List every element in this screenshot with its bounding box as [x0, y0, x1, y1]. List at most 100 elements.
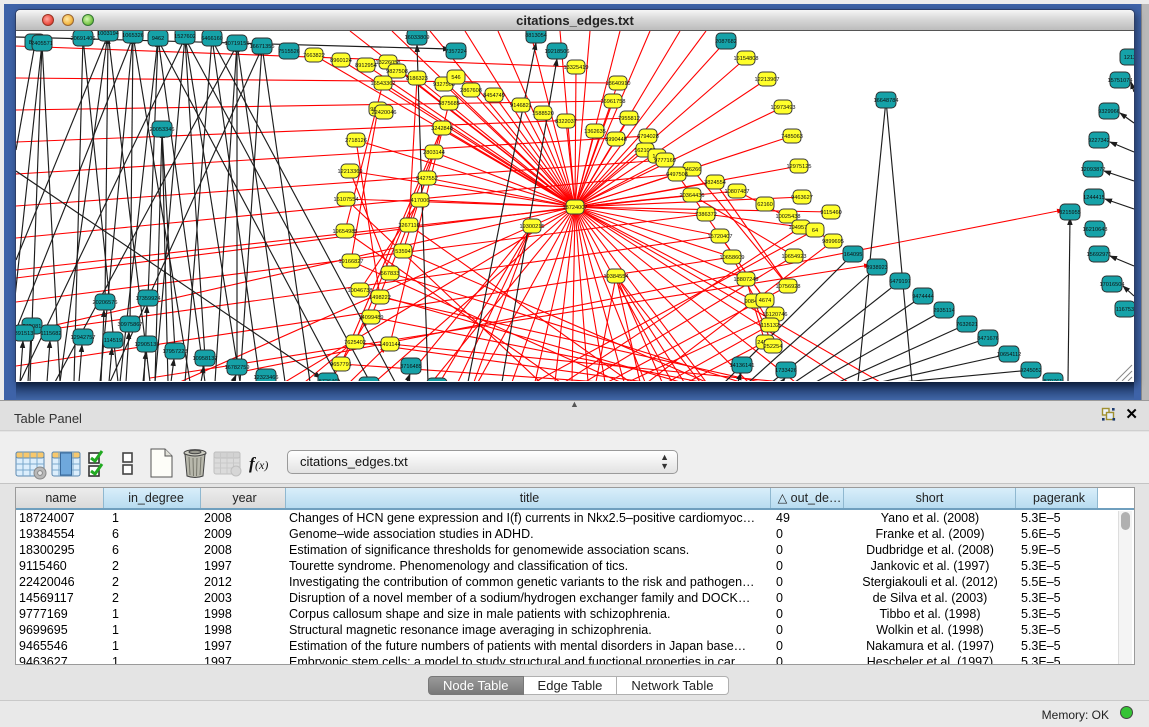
svg-text:3875685: 3875685	[438, 101, 460, 107]
svg-text:53594: 53594	[395, 249, 411, 255]
svg-text:9115460: 9115460	[820, 210, 841, 216]
svg-text:16210643: 16210643	[1083, 227, 1108, 233]
svg-text:2718126: 2718126	[345, 138, 367, 144]
svg-text:567833: 567833	[381, 271, 400, 277]
svg-text:13325419: 13325419	[564, 65, 589, 71]
svg-text:164095: 164095	[844, 252, 863, 258]
svg-text:8215955: 8215955	[1059, 210, 1081, 216]
svg-text:14136141: 14136141	[730, 363, 755, 369]
svg-text:10973493: 10973493	[771, 105, 796, 111]
svg-text:2087682: 2087682	[715, 39, 737, 45]
svg-text:7663822: 7663822	[303, 53, 325, 59]
svg-text:9657791: 9657791	[330, 362, 352, 368]
svg-text:22420046: 22420046	[372, 110, 397, 116]
svg-text:12323466: 12323466	[254, 375, 279, 381]
svg-text:19654923: 19654923	[782, 254, 807, 260]
svg-text:10046738: 10046738	[348, 288, 373, 294]
svg-text:20364436: 20364436	[680, 193, 705, 199]
svg-text:9463627: 9463627	[791, 195, 813, 201]
svg-text:16154808: 16154808	[734, 56, 759, 62]
svg-text:12942757: 12942757	[71, 335, 96, 341]
svg-text:10025438: 10025438	[776, 214, 801, 220]
svg-text:1244415: 1244415	[1083, 195, 1105, 201]
svg-text:870761: 870761	[1044, 379, 1063, 381]
svg-text:15720407: 15720407	[708, 234, 733, 240]
svg-text:6794028: 6794028	[637, 134, 659, 140]
svg-text:252254: 252254	[764, 344, 783, 350]
svg-text:20691406: 20691406	[71, 36, 96, 42]
svg-text:12905135: 12905135	[135, 342, 160, 348]
svg-text:10658609: 10658609	[720, 255, 745, 261]
svg-text:8813054: 8813054	[525, 33, 547, 39]
svg-text:114519: 114519	[104, 338, 122, 344]
svg-text:16961758: 16961758	[601, 99, 626, 105]
svg-text:9227342: 9227342	[1088, 138, 1110, 144]
svg-text:10719155: 10719155	[225, 41, 250, 47]
svg-text:16107554: 16107554	[334, 197, 359, 203]
svg-text:1491144: 1491144	[379, 342, 400, 348]
svg-text:10807487: 10807487	[725, 189, 750, 195]
svg-text:6479197: 6479197	[889, 279, 911, 285]
svg-text:2803144: 2803144	[423, 150, 445, 156]
svg-text:64: 64	[812, 228, 818, 234]
svg-text:1362635: 1362635	[584, 129, 606, 135]
svg-text:7386372: 7386372	[695, 212, 717, 218]
svg-text:7632621: 7632621	[956, 322, 978, 328]
svg-text:19300215: 19300215	[520, 224, 545, 230]
svg-text:7515526: 7515526	[278, 49, 300, 55]
svg-text:3716485: 3716485	[400, 364, 422, 370]
svg-text:3824554: 3824554	[704, 180, 726, 186]
svg-text:7357224: 7357224	[445, 49, 467, 55]
svg-text:19654985: 19654985	[333, 229, 358, 235]
svg-text:9146821: 9146821	[510, 103, 532, 109]
svg-text:546: 546	[451, 75, 460, 81]
svg-text:1527602: 1527602	[174, 34, 196, 40]
svg-text:12213369: 12213369	[338, 169, 363, 175]
svg-text:872646: 872646	[319, 379, 338, 381]
svg-text:14099489: 14099489	[359, 315, 384, 321]
svg-text:10756928: 10756928	[776, 284, 801, 290]
svg-text:1003194: 1003194	[97, 31, 119, 37]
svg-text:9899695: 9899695	[822, 239, 844, 245]
svg-text:18640910: 18640910	[606, 81, 631, 87]
svg-text:17016504: 17016504	[1100, 282, 1125, 288]
svg-text:20206576: 20206576	[93, 300, 118, 306]
svg-text:6497508: 6497508	[666, 172, 688, 178]
svg-text:3242848: 3242848	[431, 126, 453, 132]
svg-text:9329966: 9329966	[1098, 109, 1120, 115]
svg-text:8186323: 8186323	[406, 76, 428, 82]
svg-text:8322037: 8322037	[555, 119, 577, 125]
svg-text:1115682: 1115682	[41, 331, 62, 337]
svg-text:9245052: 9245052	[1020, 368, 1042, 374]
svg-text:8960124: 8960124	[330, 58, 352, 64]
svg-text:8990448: 8990448	[605, 137, 627, 143]
svg-text:10654112: 10654112	[997, 352, 1021, 358]
svg-text:1065326: 1065326	[122, 33, 144, 39]
svg-text:15692971: 15692971	[1087, 252, 1112, 258]
svg-text:12213967: 12213967	[755, 77, 780, 83]
svg-text:2867608: 2867608	[460, 88, 482, 94]
svg-text:2405571: 2405571	[31, 41, 53, 47]
svg-text:9474444: 9474444	[912, 294, 934, 300]
svg-text:19218506: 19218506	[545, 49, 570, 55]
svg-text:7625402: 7625402	[344, 340, 366, 346]
svg-text:9777169: 9777169	[654, 158, 676, 164]
svg-text:18807249: 18807249	[734, 277, 759, 283]
svg-text:19384554: 19384554	[604, 274, 629, 280]
svg-text:6466160: 6466160	[201, 36, 223, 42]
svg-text:2935114: 2935114	[933, 308, 954, 314]
svg-text:17359924: 17359924	[136, 296, 161, 302]
svg-text:16671355: 16671355	[250, 44, 275, 50]
svg-text:115132: 115132	[761, 323, 779, 329]
svg-text:8454749: 8454749	[483, 93, 505, 99]
svg-text:16120746: 16120746	[763, 312, 788, 318]
svg-text:16782759: 16782759	[225, 365, 250, 371]
svg-text:417006: 417006	[411, 198, 430, 204]
svg-text:12975125: 12975125	[787, 164, 812, 170]
svg-text:8471676: 8471676	[977, 336, 999, 342]
svg-text:4674: 4674	[759, 298, 771, 304]
svg-text:16033809: 16033809	[405, 35, 430, 41]
svg-text:3267110: 3267110	[398, 223, 419, 229]
svg-text:8427552: 8427552	[416, 176, 438, 182]
svg-text:18724007: 18724007	[563, 205, 588, 211]
